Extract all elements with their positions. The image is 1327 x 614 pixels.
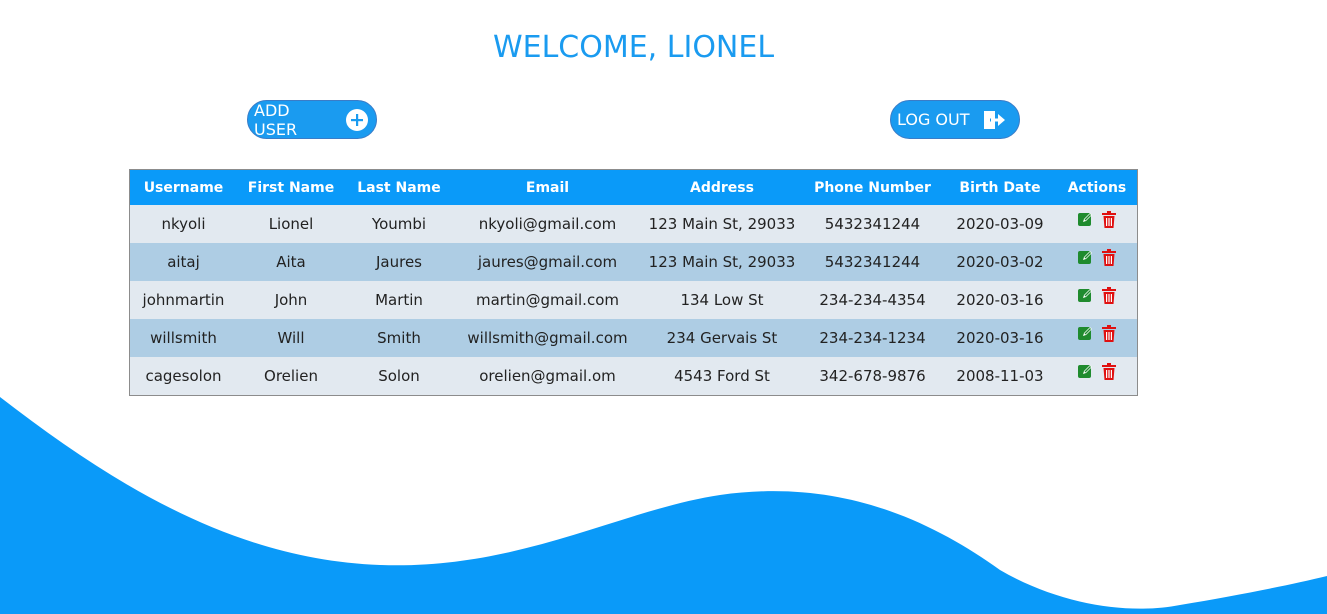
cell-last-name: Martin: [345, 281, 453, 319]
logout-icon: [982, 109, 1006, 131]
edit-icon[interactable]: [1078, 250, 1093, 265]
column-header-email[interactable]: Email: [453, 170, 642, 205]
trash-icon[interactable]: [1102, 249, 1116, 266]
cell-phone: 5432341244: [802, 243, 943, 281]
add-user-button[interactable]: ADD USER: [247, 100, 377, 139]
cell-actions: [1057, 319, 1137, 357]
column-header-birth-date[interactable]: Birth Date: [943, 170, 1057, 205]
plus-circle-icon: [346, 108, 368, 131]
cell-birth-date: 2020-03-16: [943, 319, 1057, 357]
cell-birth-date: 2020-03-02: [943, 243, 1057, 281]
table-row: cagesolon Orelien Solon orelien@gmail.om…: [130, 357, 1137, 395]
column-header-username[interactable]: Username: [130, 170, 237, 205]
trash-icon[interactable]: [1102, 211, 1116, 228]
page-title: WELCOME, LIONEL: [492, 30, 775, 65]
cell-email: orelien@gmail.om: [453, 357, 642, 395]
cell-actions: [1057, 281, 1137, 319]
table-row: johnmartin John Martin martin@gmail.com …: [130, 281, 1137, 319]
trash-icon[interactable]: [1102, 363, 1116, 380]
cell-phone: 234-234-4354: [802, 281, 943, 319]
cell-address: 234 Gervais St: [642, 319, 802, 357]
cell-birth-date: 2020-03-09: [943, 205, 1057, 243]
column-header-last-name[interactable]: Last Name: [345, 170, 453, 205]
cell-last-name: Smith: [345, 319, 453, 357]
cell-phone: 234-234-1234: [802, 319, 943, 357]
column-header-address[interactable]: Address: [642, 170, 802, 205]
cell-address: 123 Main St, 29033: [642, 205, 802, 243]
column-header-first-name[interactable]: First Name: [237, 170, 345, 205]
edit-icon[interactable]: [1078, 364, 1093, 379]
cell-first-name: Lionel: [237, 205, 345, 243]
cell-username: johnmartin: [130, 281, 237, 319]
cell-username: aitaj: [130, 243, 237, 281]
cell-username: willsmith: [130, 319, 237, 357]
table-row: nkyoli Lionel Youmbi nkyoli@gmail.com 12…: [130, 205, 1137, 243]
cell-phone: 5432341244: [802, 205, 943, 243]
cell-email: nkyoli@gmail.com: [453, 205, 642, 243]
cell-actions: [1057, 243, 1137, 281]
cell-email: willsmith@gmail.com: [453, 319, 642, 357]
cell-actions: [1057, 205, 1137, 243]
trash-icon[interactable]: [1102, 325, 1116, 342]
logout-button[interactable]: LOG OUT: [890, 100, 1020, 139]
cell-username: nkyoli: [130, 205, 237, 243]
cell-first-name: Will: [237, 319, 345, 357]
cell-email: martin@gmail.com: [453, 281, 642, 319]
cell-birth-date: 2008-11-03: [943, 357, 1057, 395]
cell-address: 134 Low St: [642, 281, 802, 319]
table-header-row: Username First Name Last Name Email Addr…: [130, 170, 1137, 205]
column-header-actions: Actions: [1057, 170, 1137, 205]
cell-phone: 342-678-9876: [802, 357, 943, 395]
add-user-label: ADD USER: [254, 100, 298, 139]
cell-last-name: Jaures: [345, 243, 453, 281]
cell-last-name: Youmbi: [345, 205, 453, 243]
trash-icon[interactable]: [1102, 287, 1116, 304]
cell-username: cagesolon: [130, 357, 237, 395]
edit-icon[interactable]: [1078, 288, 1093, 303]
cell-first-name: Aita: [237, 243, 345, 281]
cell-birth-date: 2020-03-16: [943, 281, 1057, 319]
cell-actions: [1057, 357, 1137, 395]
cell-email: jaures@gmail.com: [453, 243, 642, 281]
cell-address: 123 Main St, 29033: [642, 243, 802, 281]
cell-first-name: Orelien: [237, 357, 345, 395]
cell-first-name: John: [237, 281, 345, 319]
cell-address: 4543 Ford St: [642, 357, 802, 395]
edit-icon[interactable]: [1078, 326, 1093, 341]
edit-icon[interactable]: [1078, 212, 1093, 227]
column-header-phone[interactable]: Phone Number: [802, 170, 943, 205]
users-table: Username First Name Last Name Email Addr…: [129, 169, 1138, 396]
cell-last-name: Solon: [345, 357, 453, 395]
logout-label: LOG OUT: [897, 110, 970, 129]
table-row: willsmith Will Smith willsmith@gmail.com…: [130, 319, 1137, 357]
table-row: aitaj Aita Jaures jaures@gmail.com 123 M…: [130, 243, 1137, 281]
